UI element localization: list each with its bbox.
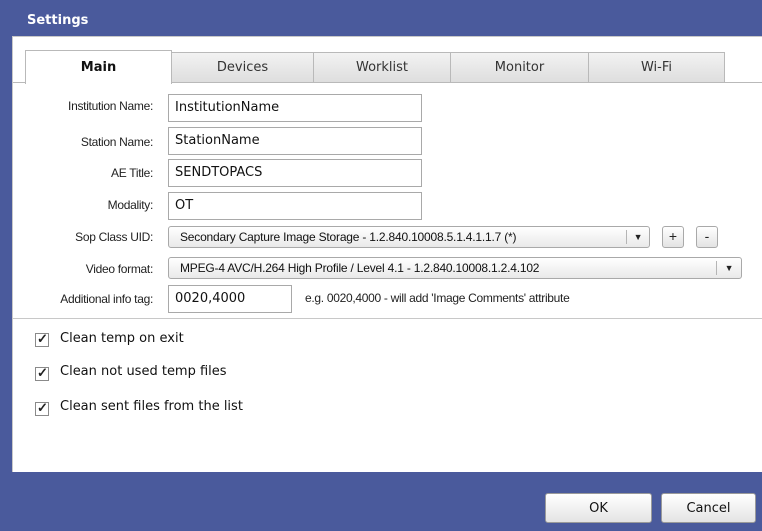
tab-wifi[interactable]: Wi-Fi xyxy=(589,52,725,83)
clean-sent-files-checkbox[interactable] xyxy=(35,400,49,416)
sop-class-uid-label: Sop Class UID: xyxy=(75,230,153,244)
modality-field[interactable]: OT xyxy=(168,192,422,220)
institution-name-label: Institution Name: xyxy=(68,99,153,113)
clean-not-used-temp-files-checkbox[interactable] xyxy=(35,365,49,381)
ae-title-label: AE Title: xyxy=(111,166,153,180)
clean-temp-on-exit-checkbox[interactable] xyxy=(35,331,49,347)
clean-not-used-temp-files-label: Clean not used temp files xyxy=(60,364,227,379)
combo-separator xyxy=(716,261,717,275)
add-sop-class-button[interactable]: + xyxy=(662,226,684,248)
settings-panel: Main Devices Worklist Monitor Wi-Fi Inst… xyxy=(12,36,762,472)
station-name-label: Station Name: xyxy=(80,135,153,149)
tab-monitor[interactable]: Monitor xyxy=(451,52,589,83)
modality-label: Modality: xyxy=(107,198,154,212)
video-format-value: MPEG-4 AVC/H.264 High Profile / Level 4.… xyxy=(180,261,540,275)
tab-baseline xyxy=(171,82,762,83)
additional-info-tag-hint: e.g. 0020,4000 - will add 'Image Comment… xyxy=(305,291,570,305)
ae-title-field[interactable]: SENDTOPACS xyxy=(168,159,422,187)
remove-sop-class-button[interactable]: - xyxy=(696,226,718,248)
clean-sent-files-label: Clean sent files from the list xyxy=(60,399,243,414)
sop-class-uid-value: Secondary Capture Image Storage - 1.2.84… xyxy=(180,230,517,244)
additional-info-tag-field[interactable]: 0020,4000 xyxy=(168,285,292,313)
sop-class-uid-select[interactable]: Secondary Capture Image Storage - 1.2.84… xyxy=(168,226,650,248)
video-format-select[interactable]: MPEG-4 AVC/H.264 High Profile / Level 4.… xyxy=(168,257,742,279)
clean-temp-on-exit-label: Clean temp on exit xyxy=(60,331,184,346)
chevron-down-icon: ▼ xyxy=(724,263,734,273)
tab-strip: Main Devices Worklist Monitor Wi-Fi xyxy=(25,50,725,84)
tab-devices[interactable]: Devices xyxy=(172,52,314,83)
cancel-button[interactable]: Cancel xyxy=(661,493,756,523)
station-name-field[interactable]: StationName xyxy=(168,127,422,155)
institution-name-field[interactable]: InstitutionName xyxy=(168,94,422,122)
video-format-label: Video format: xyxy=(85,262,154,276)
tab-baseline-left xyxy=(13,82,25,83)
additional-info-tag-label: Additional info tag: xyxy=(60,292,153,306)
section-divider xyxy=(13,318,762,319)
chevron-down-icon: ▼ xyxy=(633,232,643,242)
tab-main[interactable]: Main xyxy=(25,50,172,84)
title-bar: Settings xyxy=(0,0,762,36)
combo-separator xyxy=(626,230,627,244)
tab-worklist[interactable]: Worklist xyxy=(314,52,451,83)
ok-button[interactable]: OK xyxy=(545,493,652,523)
window-title: Settings xyxy=(27,13,89,28)
